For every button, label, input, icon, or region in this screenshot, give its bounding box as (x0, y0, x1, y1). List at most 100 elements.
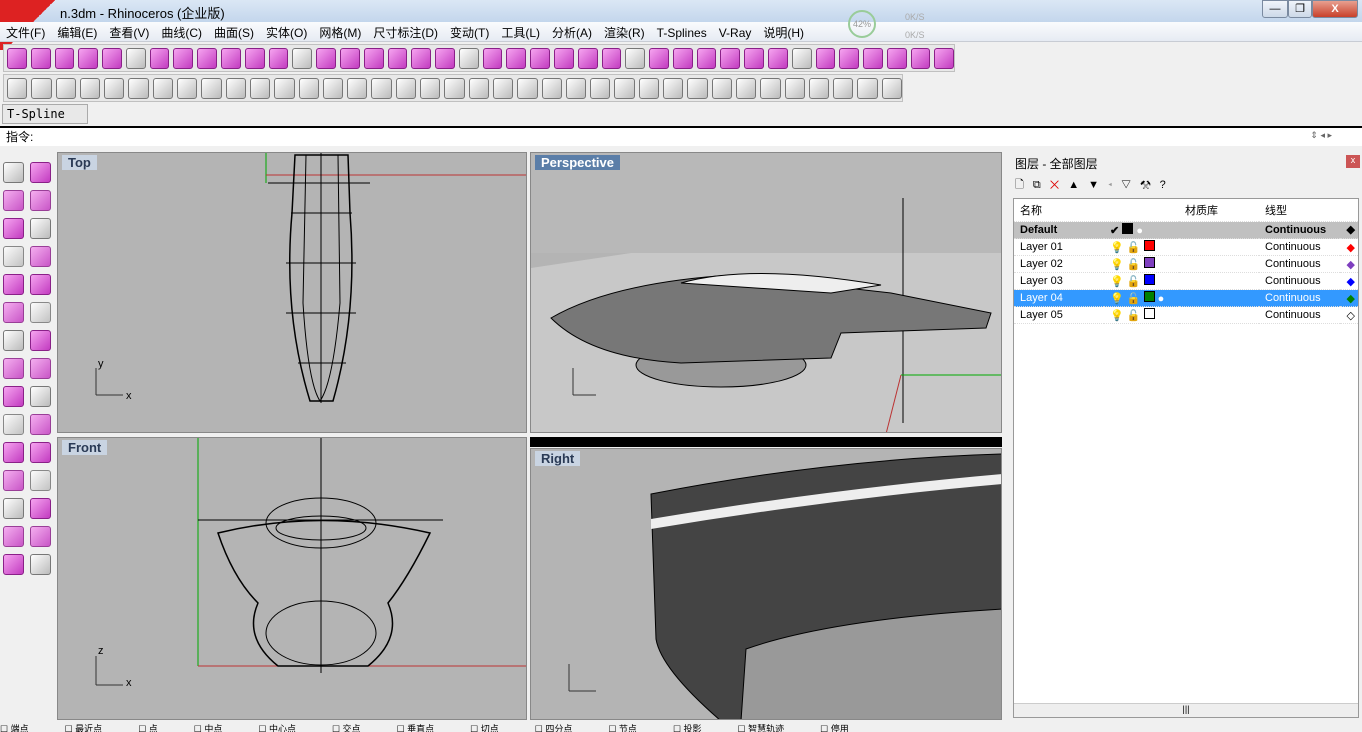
layers-close-icon[interactable]: x (1346, 155, 1360, 168)
col-material[interactable]: 材质库 (1179, 199, 1259, 222)
osnap-checkbox[interactable]: ☐ 四分点 (535, 724, 591, 732)
left-tool-icon[interactable] (3, 330, 24, 351)
left-tool-icon[interactable] (3, 470, 24, 491)
bulb-icon[interactable]: 💡 (1110, 259, 1124, 271)
tspline-tool-icon[interactable] (292, 47, 313, 69)
material-icon[interactable]: ● (1158, 276, 1165, 288)
move-down-icon[interactable]: ▼ (1088, 179, 1108, 191)
delete-layer-icon[interactable]: ✕ (1050, 179, 1069, 191)
minimize-button[interactable]: — (1262, 0, 1288, 18)
menu-solid[interactable]: 实体(O) (260, 22, 313, 43)
standard-tool-icon[interactable] (760, 77, 781, 99)
tspline-tool-icon[interactable] (387, 47, 408, 69)
left-tool-icon[interactable] (3, 414, 24, 435)
menu-analyze[interactable]: 分析(A) (546, 22, 598, 43)
layer-linetype[interactable]: Continuous (1259, 221, 1341, 239)
print-color-icon[interactable]: ◆ (1340, 221, 1358, 239)
osnap-checkbox[interactable]: ☐ 中心点 (258, 724, 314, 732)
left-tool-icon[interactable] (30, 162, 51, 183)
lock-icon[interactable]: 🔓 (1127, 310, 1141, 322)
menu-transform[interactable]: 变动(T) (444, 22, 495, 43)
layer-name[interactable]: Layer 05 (1014, 306, 1104, 324)
tspline-tool-icon[interactable] (863, 47, 883, 69)
tspline-tool-icon[interactable] (744, 47, 764, 69)
layer-row[interactable]: Layer 04 💡 🔓 ● Continuous ◆ (1014, 289, 1358, 307)
tspline-tool-icon[interactable] (173, 47, 194, 69)
print-color-icon[interactable]: ◆ (1340, 289, 1358, 307)
print-color-icon[interactable]: ◆ (1340, 272, 1358, 290)
left-tool-icon[interactable] (3, 302, 24, 323)
print-color-icon[interactable]: ◆ (1340, 238, 1358, 256)
maximize-button[interactable]: ❐ (1288, 0, 1312, 18)
osnap-checkbox[interactable]: ☐ 智慧轨迹 (738, 724, 803, 732)
tspline-tool-icon[interactable] (791, 47, 812, 69)
osnap-checkbox[interactable]: ☐ 点 (138, 724, 176, 732)
close-button[interactable]: X (1312, 0, 1358, 18)
osnap-checkbox[interactable]: ☐ 最近点 (65, 724, 121, 732)
tspline-tool-icon[interactable] (363, 47, 384, 69)
menu-tsplines[interactable]: T-Splines (651, 24, 713, 42)
tspline-tool-icon[interactable] (339, 47, 360, 69)
osnap-checkbox[interactable]: ☐ 切点 (470, 724, 517, 732)
lock-icon[interactable]: 🔓 (1127, 242, 1141, 254)
left-tool-icon[interactable] (30, 498, 51, 519)
left-tool-icon[interactable] (30, 246, 51, 267)
left-tool-icon[interactable] (30, 554, 51, 575)
new-layer-icon[interactable]: 🗋 (1015, 179, 1033, 191)
tspline-tool-icon[interactable] (54, 47, 75, 69)
standard-tool-icon[interactable] (711, 77, 732, 99)
menu-file[interactable]: 文件(F) (0, 22, 51, 43)
material-icon[interactable]: ● (1136, 225, 1143, 237)
tspline-tool-icon[interactable] (577, 47, 598, 69)
tspline-tool-icon[interactable] (125, 47, 146, 69)
menu-help[interactable]: 说明(H) (757, 22, 810, 43)
standard-tool-icon[interactable] (152, 77, 174, 99)
tspline-tool-icon[interactable] (649, 47, 669, 69)
material-icon[interactable]: ● (1158, 293, 1165, 305)
tspline-tool-icon[interactable] (625, 47, 646, 69)
viewport-label-right[interactable]: Right (535, 451, 581, 466)
left-tool-icon[interactable] (3, 190, 24, 211)
left-tool-icon[interactable] (3, 162, 24, 183)
standard-tool-icon[interactable] (590, 77, 611, 99)
layer-color-swatch[interactable] (1143, 308, 1155, 319)
layer-linetype[interactable]: Continuous (1259, 289, 1341, 307)
left-tool-icon[interactable] (30, 414, 51, 435)
layer-linetype[interactable]: Continuous (1259, 306, 1341, 324)
tspline-tool-icon[interactable] (506, 47, 527, 69)
tspline-tool-icon[interactable] (316, 47, 336, 69)
standard-tool-icon[interactable] (371, 77, 392, 99)
print-color-icon[interactable]: ◇ (1340, 306, 1358, 324)
standard-tool-icon[interactable] (274, 77, 295, 99)
lock-icon[interactable]: 🔓 (1127, 293, 1141, 305)
standard-tool-icon[interactable] (808, 77, 830, 99)
lock-icon[interactable]: 🔓 (1127, 259, 1141, 271)
layers-horizontal-scrollbar[interactable]: ||| (1014, 703, 1358, 717)
left-tool-icon[interactable] (30, 274, 51, 295)
tspline-tool-icon[interactable] (839, 47, 860, 69)
tspline-tool-icon[interactable] (221, 47, 241, 69)
tspline-tool-icon[interactable] (672, 47, 693, 69)
material-icon[interactable]: ● (1158, 310, 1165, 322)
standard-tool-icon[interactable] (638, 77, 660, 99)
standard-tool-icon[interactable] (201, 77, 222, 99)
lock-icon[interactable]: 🔓 (1127, 276, 1141, 288)
menu-vray[interactable]: V-Ray (713, 24, 758, 42)
print-color-icon[interactable]: ◆ (1340, 255, 1358, 273)
material-icon[interactable]: ● (1158, 259, 1165, 271)
tspline-tool-icon[interactable] (78, 47, 99, 69)
layer-color-swatch[interactable] (1143, 274, 1155, 285)
left-tool-icon[interactable] (30, 358, 51, 379)
standard-tool-icon[interactable] (395, 77, 417, 99)
left-tool-icon[interactable] (30, 526, 51, 547)
standard-tool-icon[interactable] (31, 77, 52, 99)
standard-tool-icon[interactable] (225, 77, 246, 99)
menu-dimension[interactable]: 尺寸标注(D) (367, 22, 444, 43)
left-tool-icon[interactable] (30, 470, 51, 491)
layer-linetype[interactable]: Continuous (1259, 238, 1341, 256)
layer-color-swatch[interactable] (1122, 222, 1134, 234)
left-tool-icon[interactable] (30, 330, 51, 351)
standard-tool-icon[interactable] (420, 77, 441, 99)
standard-tool-icon[interactable] (492, 77, 514, 99)
tspline-tool-icon[interactable] (7, 47, 27, 69)
